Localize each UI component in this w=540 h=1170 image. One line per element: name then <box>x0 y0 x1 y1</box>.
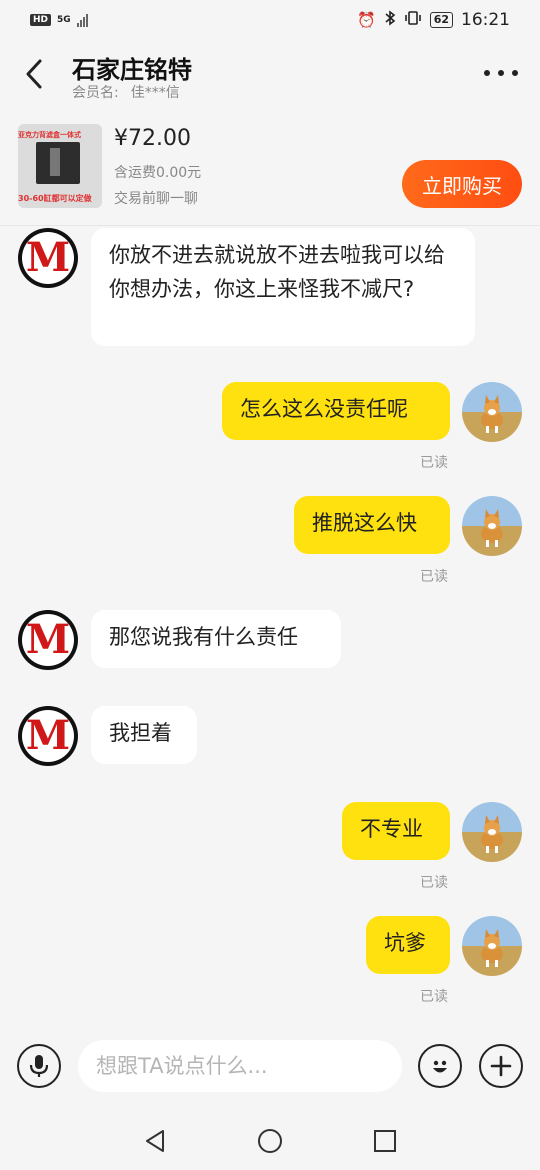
more-options-button[interactable] <box>484 60 518 86</box>
message-input-bar <box>0 1032 540 1110</box>
circle-home-icon <box>258 1129 282 1153</box>
user-avatar[interactable] <box>462 382 522 442</box>
message-bubble-sent[interactable]: 怎么这么没责任呢 <box>222 382 450 440</box>
more-actions-button[interactable] <box>479 1044 523 1088</box>
status-right: ⏰ 62 16:21 <box>357 10 510 30</box>
seller-avatar[interactable]: M <box>18 706 78 766</box>
alarm-icon: ⏰ <box>357 11 376 29</box>
user-avatar[interactable] <box>462 496 522 556</box>
thumb-top-text: 亚克力背滤盒一体式 <box>18 131 81 139</box>
shop-name: 石家庄铭特 <box>72 56 192 84</box>
dog-avatar-image <box>462 802 522 862</box>
message-bubble-sent[interactable]: 推脱这么快 <box>294 496 450 554</box>
seller-avatar[interactable]: M <box>18 610 78 670</box>
member-label: 会员名: <box>72 85 119 101</box>
read-status: 已读 <box>420 989 448 1005</box>
seller-logo-letter: M <box>25 234 71 281</box>
chevron-left-icon <box>26 59 42 89</box>
member-info: 会员名: 佳***信 <box>72 82 180 102</box>
read-status: 已读 <box>420 875 448 891</box>
signal-icon <box>76 13 88 27</box>
vibrate-icon <box>404 10 422 30</box>
chat-header: 石家庄铭特 会员名: 佳***信 <box>0 40 540 108</box>
message-bubble-sent[interactable]: 坑爹 <box>366 916 450 974</box>
thumb-bottom-text: 30-60缸都可以定做 <box>18 194 92 203</box>
read-status: 已读 <box>420 455 448 471</box>
shipping-fee: 含运费0.00元 <box>114 165 202 181</box>
more-dots-icon <box>484 70 490 76</box>
seller-logo-letter: M <box>25 712 71 759</box>
message-bubble-received[interactable]: 那您说我有什么责任 <box>91 610 341 668</box>
emoji-button[interactable] <box>418 1044 462 1088</box>
triangle-back-icon <box>146 1130 164 1152</box>
status-bar: HD 5G ⏰ 62 16:21 <box>0 0 540 40</box>
status-left: HD 5G <box>30 13 88 27</box>
buy-now-button[interactable]: 立即购买 <box>402 160 522 208</box>
hd-badge: HD <box>30 14 52 26</box>
nav-home-button[interactable] <box>255 1126 285 1156</box>
user-avatar[interactable] <box>462 802 522 862</box>
voice-button[interactable] <box>17 1044 61 1088</box>
nav-back-button[interactable] <box>140 1126 170 1156</box>
chat-messages: M 你放不进去就说放不进去啦我可以给你想办法，你这上来怪我不减尺? 怎么这么没责… <box>0 226 540 1032</box>
bluetooth-icon <box>384 10 396 30</box>
back-button[interactable] <box>18 54 50 94</box>
product-image-box <box>36 142 80 184</box>
chat-note: 交易前聊一聊 <box>114 191 198 207</box>
message-bubble-received[interactable]: 你放不进去就说放不进去啦我可以给你想办法，你这上来怪我不减尺? <box>91 228 475 346</box>
message-input[interactable] <box>78 1040 402 1092</box>
battery-indicator: 62 <box>429 12 453 28</box>
system-nav-bar <box>0 1110 540 1170</box>
product-card[interactable]: 亚克力背滤盒一体式 30-60缸都可以定做 ¥72.00 含运费0.00元 交易… <box>0 116 540 226</box>
dog-avatar-image <box>462 916 522 976</box>
microphone-icon <box>29 1055 49 1077</box>
seller-logo-letter: M <box>25 616 71 663</box>
plus-icon <box>490 1055 512 1077</box>
member-name: 佳***信 <box>130 85 180 101</box>
nav-recent-button[interactable] <box>370 1126 400 1156</box>
seller-avatar[interactable]: M <box>18 228 78 288</box>
status-time: 16:21 <box>461 10 510 30</box>
product-thumbnail[interactable]: 亚克力背滤盒一体式 30-60缸都可以定做 <box>18 124 102 208</box>
dog-avatar-image <box>462 496 522 556</box>
emoji-icon <box>433 1060 447 1073</box>
network-type: 5G <box>57 14 71 25</box>
message-bubble-received[interactable]: 我担着 <box>91 706 197 764</box>
user-avatar[interactable] <box>462 916 522 976</box>
dog-avatar-image <box>462 382 522 442</box>
read-status: 已读 <box>420 569 448 585</box>
message-bubble-sent[interactable]: 不专业 <box>342 802 450 860</box>
square-recent-icon <box>374 1130 396 1152</box>
product-price: ¥72.00 <box>114 126 191 151</box>
